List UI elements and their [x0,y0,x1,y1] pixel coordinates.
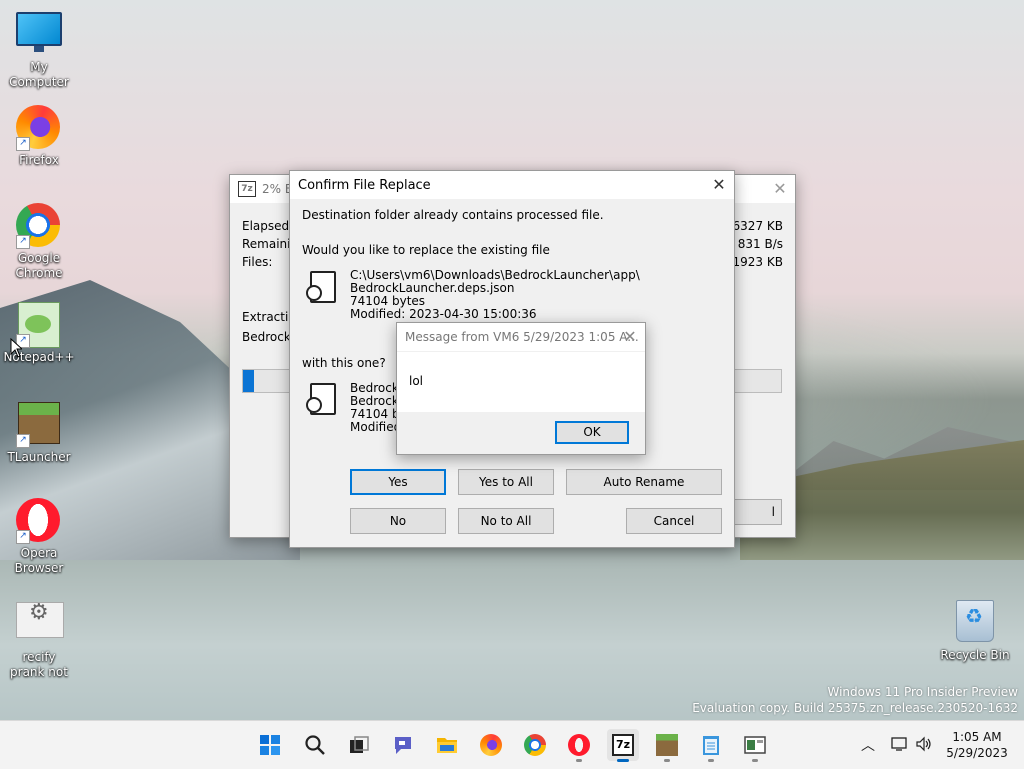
message-title: Message from VM6 5/29/2023 1:05 A... [405,330,639,344]
taskbar-notepad[interactable] [695,729,727,762]
opera-icon: ↗ [16,498,62,544]
taskbar-chrome[interactable] [519,729,551,761]
close-icon[interactable]: ✕ [615,323,645,351]
close-icon[interactable]: ✕ [704,171,734,199]
no-to-all-button[interactable]: No to All [458,508,554,534]
desktop-icon-chrome[interactable]: ↗ Google Chrome [0,203,78,281]
running-indicator [576,759,582,762]
7zip-icon: 7z [238,181,256,197]
firefox-icon: ↗ [16,105,62,151]
taskbar-tlauncher[interactable] [651,729,683,762]
desktop-icon-label: TLauncher [7,450,71,464]
monitor-icon [16,12,62,58]
packed-value: 1923 KB [732,255,783,269]
running-indicator [752,759,758,762]
task-view-button[interactable] [343,729,375,761]
yes-button[interactable]: Yes [350,469,446,495]
volume-icon[interactable] [915,736,933,752]
clock-date: 5/29/2023 [946,746,1008,760]
chat-icon [395,737,411,754]
notepadpp-icon: ↗ [16,302,62,348]
dest-contains-message: Destination folder already contains proc… [302,208,604,222]
desktop-icon-label: recify prank not [10,650,68,679]
desktop-icon-label: My Computer [9,60,69,89]
cancel-button[interactable]: Cancel [626,508,722,534]
clock[interactable]: 1:05 AM 5/29/2023 [940,729,1014,761]
window-app-icon [744,736,766,754]
windows-logo-icon [260,735,280,755]
message-titlebar[interactable]: Message from VM6 5/29/2023 1:05 A... [397,323,645,351]
tlauncher-icon [656,734,678,756]
opera-icon [568,734,590,756]
files-label: Files: [242,255,273,269]
tlauncher-icon: ↗ [16,402,62,448]
recycle-bin-icon [952,600,998,646]
yes-to-all-button[interactable]: Yes to All [458,469,554,495]
folder-icon [437,738,457,753]
firefox-icon [480,734,502,756]
desktop-icon-label: Opera Browser [14,546,64,575]
taskbar-7zip[interactable]: 7z [607,729,639,762]
no-button[interactable]: No [350,508,446,534]
running-indicator [617,759,629,762]
message-text: lol [409,374,424,388]
chat-button[interactable] [387,729,419,761]
search-button[interactable] [299,729,331,761]
clock-time: 1:05 AM [952,730,1002,744]
taskbar-firefox[interactable] [475,729,507,761]
close-icon[interactable]: ✕ [765,175,795,203]
auto-rename-button[interactable]: Auto Rename [566,469,722,495]
chrome-icon: ↗ [16,203,62,249]
desktop-icon-label: Recycle Bin [940,648,1010,662]
desktop-icon-label: Google Chrome [15,251,63,280]
desktop-icon-label: Firefox [19,153,59,167]
taskbar: 7z ︿ 1:05 AM 5/29/2023 [0,720,1024,769]
message-body: lol [397,352,645,412]
music-file-icon [306,383,336,415]
desktop-icon-tlauncher[interactable]: ↗ TLauncher [0,400,78,465]
watermark-line1: Windows 11 Pro Insider Preview [827,685,1018,699]
chrome-icon [524,734,546,756]
desktop-icon-my-computer[interactable]: My Computer [0,10,78,90]
existing-modified: Modified: 2023-04-30 15:00:36 [350,307,537,321]
speed-value: 831 B/s [737,237,783,251]
existing-file-info: C:\Users\vm6\Downloads\BedrockLauncher\a… [350,269,640,321]
notepad-icon [703,736,719,755]
watermark-line2: Evaluation copy. Build 25375.zn_release.… [692,701,1018,715]
confirm-titlebar[interactable]: Confirm File Replace [290,171,734,199]
desktop-icon-opera[interactable]: ↗ Opera Browser [0,498,78,576]
running-indicator [708,759,714,762]
7zip-icon: 7z [612,734,634,756]
progress-fill [243,370,254,392]
replace-question: Would you like to replace the existing f… [302,243,550,257]
desktop-icon-firefox[interactable]: ↗ Firefox [0,105,78,168]
mouse-cursor-icon [10,338,22,358]
with-this-one-label: with this one? [302,356,386,370]
message-dialog[interactable]: Message from VM6 5/29/2023 1:05 A... ✕ l… [396,322,646,455]
music-file-icon [306,271,336,303]
taskbar-file-explorer[interactable] [431,729,463,761]
search-icon [305,735,325,755]
network-icon[interactable] [891,736,909,752]
confirm-title: Confirm File Replace [298,177,431,193]
ok-button[interactable]: OK [555,421,629,444]
settings-file-icon [16,602,64,648]
show-hidden-icons-chevron-up-icon[interactable]: ︿ [861,735,875,755]
desktop-icon-recify[interactable]: recify prank not [0,596,78,680]
task-view-icon [350,736,369,753]
taskbar-opera[interactable] [563,729,595,762]
desktop-icon-recycle-bin[interactable]: Recycle Bin [936,596,1014,663]
start-button[interactable] [254,729,286,761]
running-indicator [664,759,670,762]
taskbar-app[interactable] [739,729,771,762]
